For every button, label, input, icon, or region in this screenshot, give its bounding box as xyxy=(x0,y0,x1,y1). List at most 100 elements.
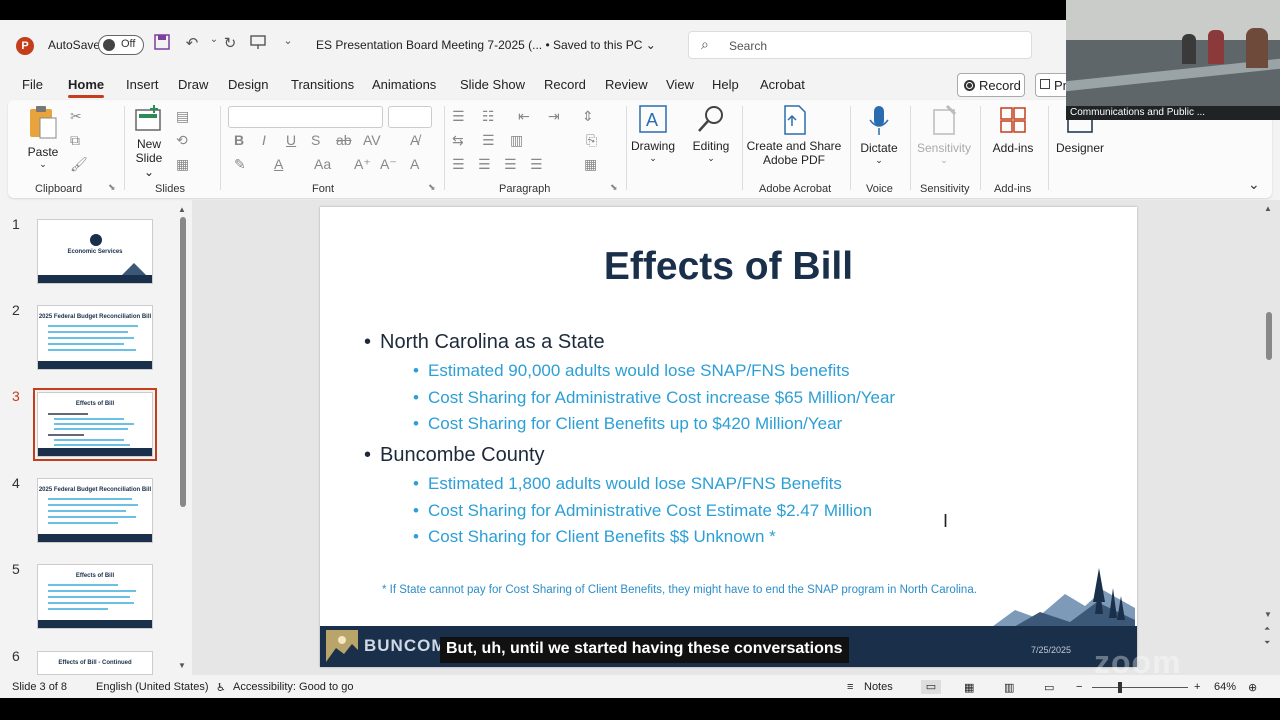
tab-transitions[interactable]: Transitions xyxy=(291,77,354,92)
record-button[interactable]: Record xyxy=(957,73,1025,97)
scrollbar-thumb[interactable] xyxy=(180,217,186,507)
format-painter-icon[interactable]: 🖌 xyxy=(70,156,88,173)
clipboard-launcher-icon[interactable]: ⬊ xyxy=(108,182,116,193)
redo-icon[interactable]: ↻ xyxy=(220,34,240,52)
font-launcher-icon[interactable]: ⬊ xyxy=(428,182,436,193)
text-direction-icon[interactable]: ⇆ xyxy=(452,132,464,149)
editing-button[interactable]: Editing ⌄ xyxy=(688,104,734,164)
slide-thumbnail-5[interactable]: Effects of Bill xyxy=(37,564,153,629)
copy-icon[interactable]: ⧉ xyxy=(70,132,80,149)
slide-title[interactable]: Effects of Bill xyxy=(320,245,1137,289)
slide-thumbnail-2[interactable]: 2025 Federal Budget Reconciliation Bill xyxy=(37,305,153,370)
customize-toolbar-icon[interactable]: ⌄ xyxy=(278,34,298,47)
change-case-icon[interactable]: Aa xyxy=(314,156,331,172)
scrollbar-thumb[interactable] xyxy=(1266,312,1272,360)
reset-icon[interactable]: ⟲ xyxy=(176,132,188,149)
accessibility-status[interactable]: Accessibility: Good to go xyxy=(233,681,353,693)
zoom-slider[interactable] xyxy=(1092,682,1188,693)
add-ins-button[interactable]: Add-ins xyxy=(986,104,1040,155)
next-slide-icon[interactable]: ⏷ xyxy=(1264,638,1270,648)
zoom-level[interactable]: 64% xyxy=(1214,681,1236,693)
align-right-icon[interactable]: ☰ xyxy=(504,156,517,173)
slide-thumbnail-4[interactable]: 2025 Federal Budget Reconciliation Bill xyxy=(37,478,153,543)
columns-icon[interactable]: ▥ xyxy=(510,132,523,149)
canvas-scrollbar[interactable]: ▲ ▼ ⏶ ⏷ xyxy=(1262,200,1278,675)
shadow-icon[interactable]: S xyxy=(311,132,320,148)
save-icon[interactable] xyxy=(152,34,172,54)
slide-thumbnail-3[interactable]: Effects of Bill xyxy=(33,388,157,461)
strikethrough-icon[interactable]: ab xyxy=(336,132,352,148)
slide-thumbnail-6[interactable]: Effects of Bill - Continued xyxy=(37,651,153,675)
tab-animations[interactable]: Animations xyxy=(372,77,436,92)
fit-to-window-icon[interactable]: ⊕ xyxy=(1248,681,1257,694)
zoom-in-icon[interactable]: + xyxy=(1194,681,1200,693)
columns-dropdown-icon[interactable]: ▦ xyxy=(584,156,597,173)
align-left-icon[interactable]: ☰ xyxy=(452,156,465,173)
language-indicator[interactable]: English (United States) xyxy=(96,681,209,693)
document-title[interactable]: ES Presentation Board Meeting 7-2025 (..… xyxy=(316,38,656,52)
character-spacing-icon[interactable]: AV xyxy=(363,132,381,148)
present-from-beginning-icon[interactable] xyxy=(248,34,268,54)
font-name-combo[interactable] xyxy=(228,106,383,128)
drawing-button[interactable]: A Drawing ⌄ xyxy=(630,104,676,164)
undo-icon[interactable]: ↶ xyxy=(182,34,202,52)
font-size-combo[interactable] xyxy=(388,106,432,128)
section-icon[interactable]: ▦ xyxy=(176,156,189,173)
slide-thumbnail-1[interactable]: Economic Services xyxy=(37,219,153,284)
decrease-indent-icon[interactable]: ⇤ xyxy=(518,108,530,125)
dictate-button[interactable]: Dictate ⌄ xyxy=(856,104,902,166)
numbering-icon[interactable]: ☷ xyxy=(482,108,495,125)
autosave-toggle[interactable]: Off xyxy=(98,35,144,55)
paragraph-launcher-icon[interactable]: ⬊ xyxy=(610,182,618,193)
tab-home[interactable]: Home xyxy=(68,77,105,98)
slide-show-icon[interactable]: ▭ xyxy=(1044,681,1054,694)
thumbnails-scrollbar[interactable]: ▲ ▼ xyxy=(178,205,188,670)
highlight-icon[interactable]: ✎ xyxy=(234,156,246,173)
text-effects-icon[interactable]: A xyxy=(410,156,419,172)
layout-icon[interactable]: ▤ xyxy=(176,108,189,125)
notes-button[interactable]: Notes xyxy=(864,681,893,693)
increase-indent-icon[interactable]: ⇥ xyxy=(548,108,560,125)
zoom-slider-thumb[interactable] xyxy=(1118,682,1122,693)
clear-formatting-icon[interactable]: A̸ xyxy=(410,132,419,148)
bullets-icon[interactable]: ☰ xyxy=(452,108,465,125)
tab-help[interactable]: Help xyxy=(712,77,739,92)
reading-view-icon[interactable]: ▥ xyxy=(1004,681,1014,694)
tab-slide-show[interactable]: Slide Show xyxy=(460,77,525,92)
scroll-up-icon[interactable]: ▲ xyxy=(1264,204,1272,213)
tab-file[interactable]: File xyxy=(22,77,43,92)
increase-font-icon[interactable]: A⁺ xyxy=(354,156,371,173)
search-box[interactable]: ⌕ Search xyxy=(688,31,1032,59)
previous-slide-icon[interactable]: ⏶ xyxy=(1264,624,1270,634)
tab-acrobat[interactable]: Acrobat xyxy=(760,77,805,92)
line-spacing-icon[interactable]: ⇕ xyxy=(582,108,594,125)
tab-insert[interactable]: Insert xyxy=(126,77,159,92)
tab-review[interactable]: Review xyxy=(605,77,648,92)
zoom-out-icon[interactable]: − xyxy=(1076,681,1082,693)
scroll-up-icon[interactable]: ▲ xyxy=(178,205,186,214)
justify-icon[interactable]: ☰ xyxy=(530,156,543,173)
normal-view-icon[interactable]: ▭ xyxy=(921,680,941,694)
decrease-font-icon[interactable]: A⁻ xyxy=(380,156,397,173)
italic-icon[interactable]: I xyxy=(262,132,266,148)
tab-draw[interactable]: Draw xyxy=(178,77,208,92)
cut-icon[interactable]: ✂ xyxy=(70,108,82,125)
participant-video[interactable]: Communications and Public ... xyxy=(1066,0,1280,120)
scroll-down-icon[interactable]: ▼ xyxy=(1264,610,1272,619)
smartart-icon[interactable]: ⎘ xyxy=(586,132,597,149)
create-share-pdf-button[interactable]: Create and Share Adobe PDF xyxy=(746,104,842,167)
font-color-icon[interactable]: A xyxy=(274,156,283,172)
scroll-down-icon[interactable]: ▼ xyxy=(178,661,186,670)
underline-icon[interactable]: U xyxy=(286,132,296,148)
align-text-icon[interactable]: ☰ xyxy=(482,132,495,149)
collapse-ribbon-icon[interactable]: ⌄ xyxy=(1248,176,1260,193)
tab-record[interactable]: Record xyxy=(544,77,586,92)
slide-canvas[interactable]: Effects of Bill North Carolina as a Stat… xyxy=(320,207,1137,667)
align-center-icon[interactable]: ☰ xyxy=(478,156,491,173)
paste-button[interactable]: Paste ⌄ xyxy=(24,104,62,170)
bold-icon[interactable]: B xyxy=(234,132,244,148)
new-slide-button[interactable]: New Slide ⌄ xyxy=(130,104,168,179)
slide-sorter-icon[interactable]: ▦ xyxy=(964,681,974,694)
tab-view[interactable]: View xyxy=(666,77,694,92)
tab-design[interactable]: Design xyxy=(228,77,268,92)
